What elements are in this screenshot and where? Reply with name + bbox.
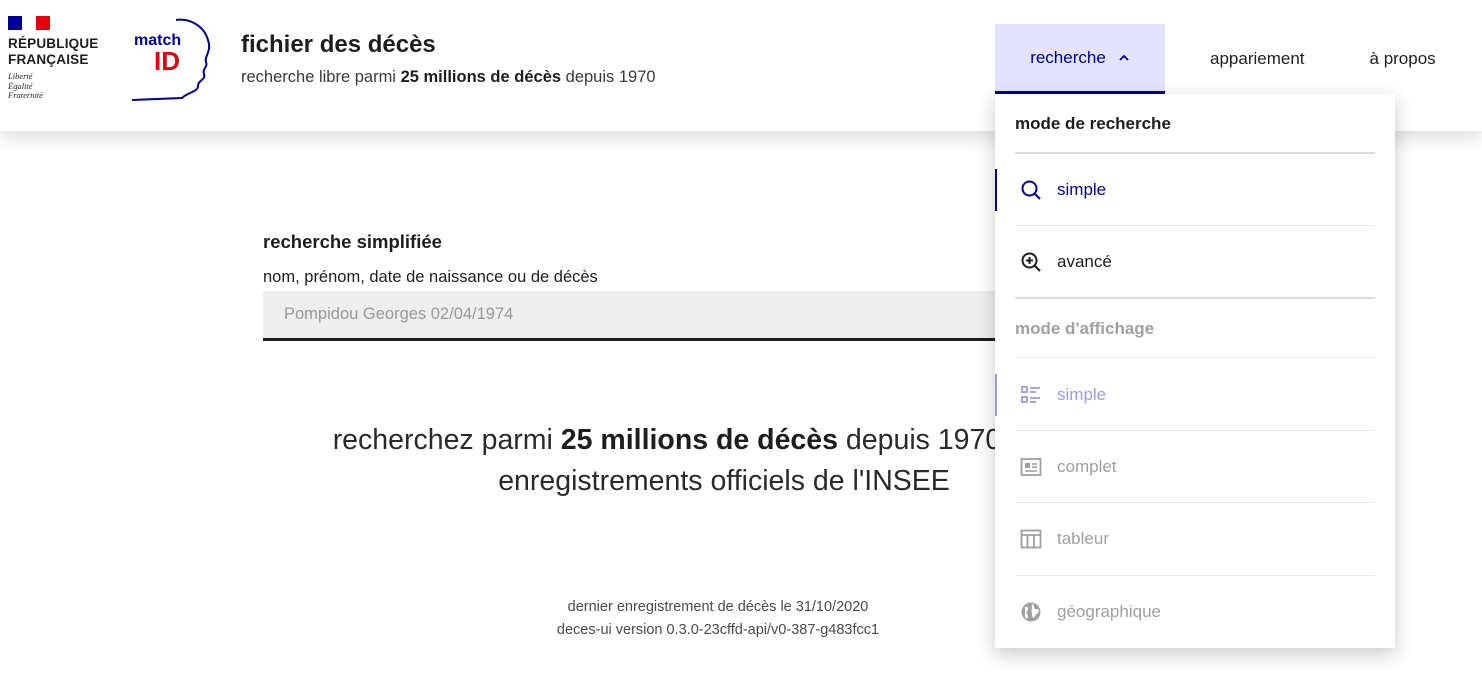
menu-item-label: géographique (1057, 602, 1161, 621)
search-input[interactable] (263, 291, 1023, 341)
active-indicator (995, 374, 997, 416)
globe-icon (1021, 602, 1041, 622)
zoom-in-icon (1021, 252, 1041, 272)
matchid-logo[interactable]: match ID (128, 16, 214, 102)
active-indicator (995, 169, 997, 211)
table-icon (1020, 529, 1042, 549)
divider (1015, 297, 1375, 299)
chevron-up-icon (1119, 54, 1129, 61)
search-title: recherche simplifiée (263, 231, 442, 252)
site-description: recherche libre parmi 25 millions de déc… (241, 68, 656, 86)
menu-item-label: simple (1057, 180, 1107, 199)
republic-motto: Liberté Égalité Fraternité (8, 71, 43, 100)
menu-item-label: simple (1057, 385, 1107, 404)
nav-appariement[interactable]: appariement (1210, 24, 1305, 94)
version-info: deces-ui version 0.3.0-23cffd-api/v0-387… (556, 622, 880, 638)
menu-item-label: tableur (1057, 529, 1109, 548)
nav-a-propos[interactable]: à propos (1370, 24, 1436, 94)
menu-item-display-tableur[interactable]: tableur (995, 503, 1395, 575)
card-icon (1020, 458, 1042, 476)
republique-francaise-logo[interactable]: RÉPUBLIQUE FRANÇAISE Liberté Égalité Fra… (8, 16, 118, 101)
menu-item-display-complet[interactable]: complet (995, 431, 1395, 503)
site-title[interactable]: fichier des décès (241, 31, 436, 59)
list-icon (1021, 386, 1040, 403)
menu-item-display-geographique[interactable]: géographique (995, 576, 1395, 648)
search-icon (1021, 180, 1041, 200)
main-nav: recherche appariement à propos (995, 24, 1436, 94)
menu-item-search-avance[interactable]: avancé (995, 226, 1395, 298)
recherche-dropdown-menu: mode de recherche simple avancé mode d'a… (995, 94, 1395, 648)
menu-item-display-simple[interactable]: simple (995, 359, 1395, 431)
menu-item-search-simple[interactable]: simple (995, 154, 1395, 226)
menu-item-label: avancé (1057, 252, 1112, 271)
nav-recherche[interactable]: recherche (995, 24, 1165, 94)
section-search-mode: mode de recherche (1015, 114, 1171, 133)
french-flag-icon (8, 16, 50, 30)
logo-text-id: ID (154, 46, 180, 76)
search-label: nom, prénom, date de naissance ou de déc… (263, 268, 598, 286)
divider (1015, 357, 1375, 358)
menu-item-label: complet (1057, 457, 1117, 476)
section-display-mode: mode d'affichage (1015, 319, 1155, 338)
footer-info: dernier enregistrement de décès le 31/10… (418, 596, 1018, 642)
last-record-date: dernier enregistrement de décès le 31/10… (567, 599, 869, 615)
republic-name: RÉPUBLIQUE FRANÇAISE (8, 36, 99, 67)
